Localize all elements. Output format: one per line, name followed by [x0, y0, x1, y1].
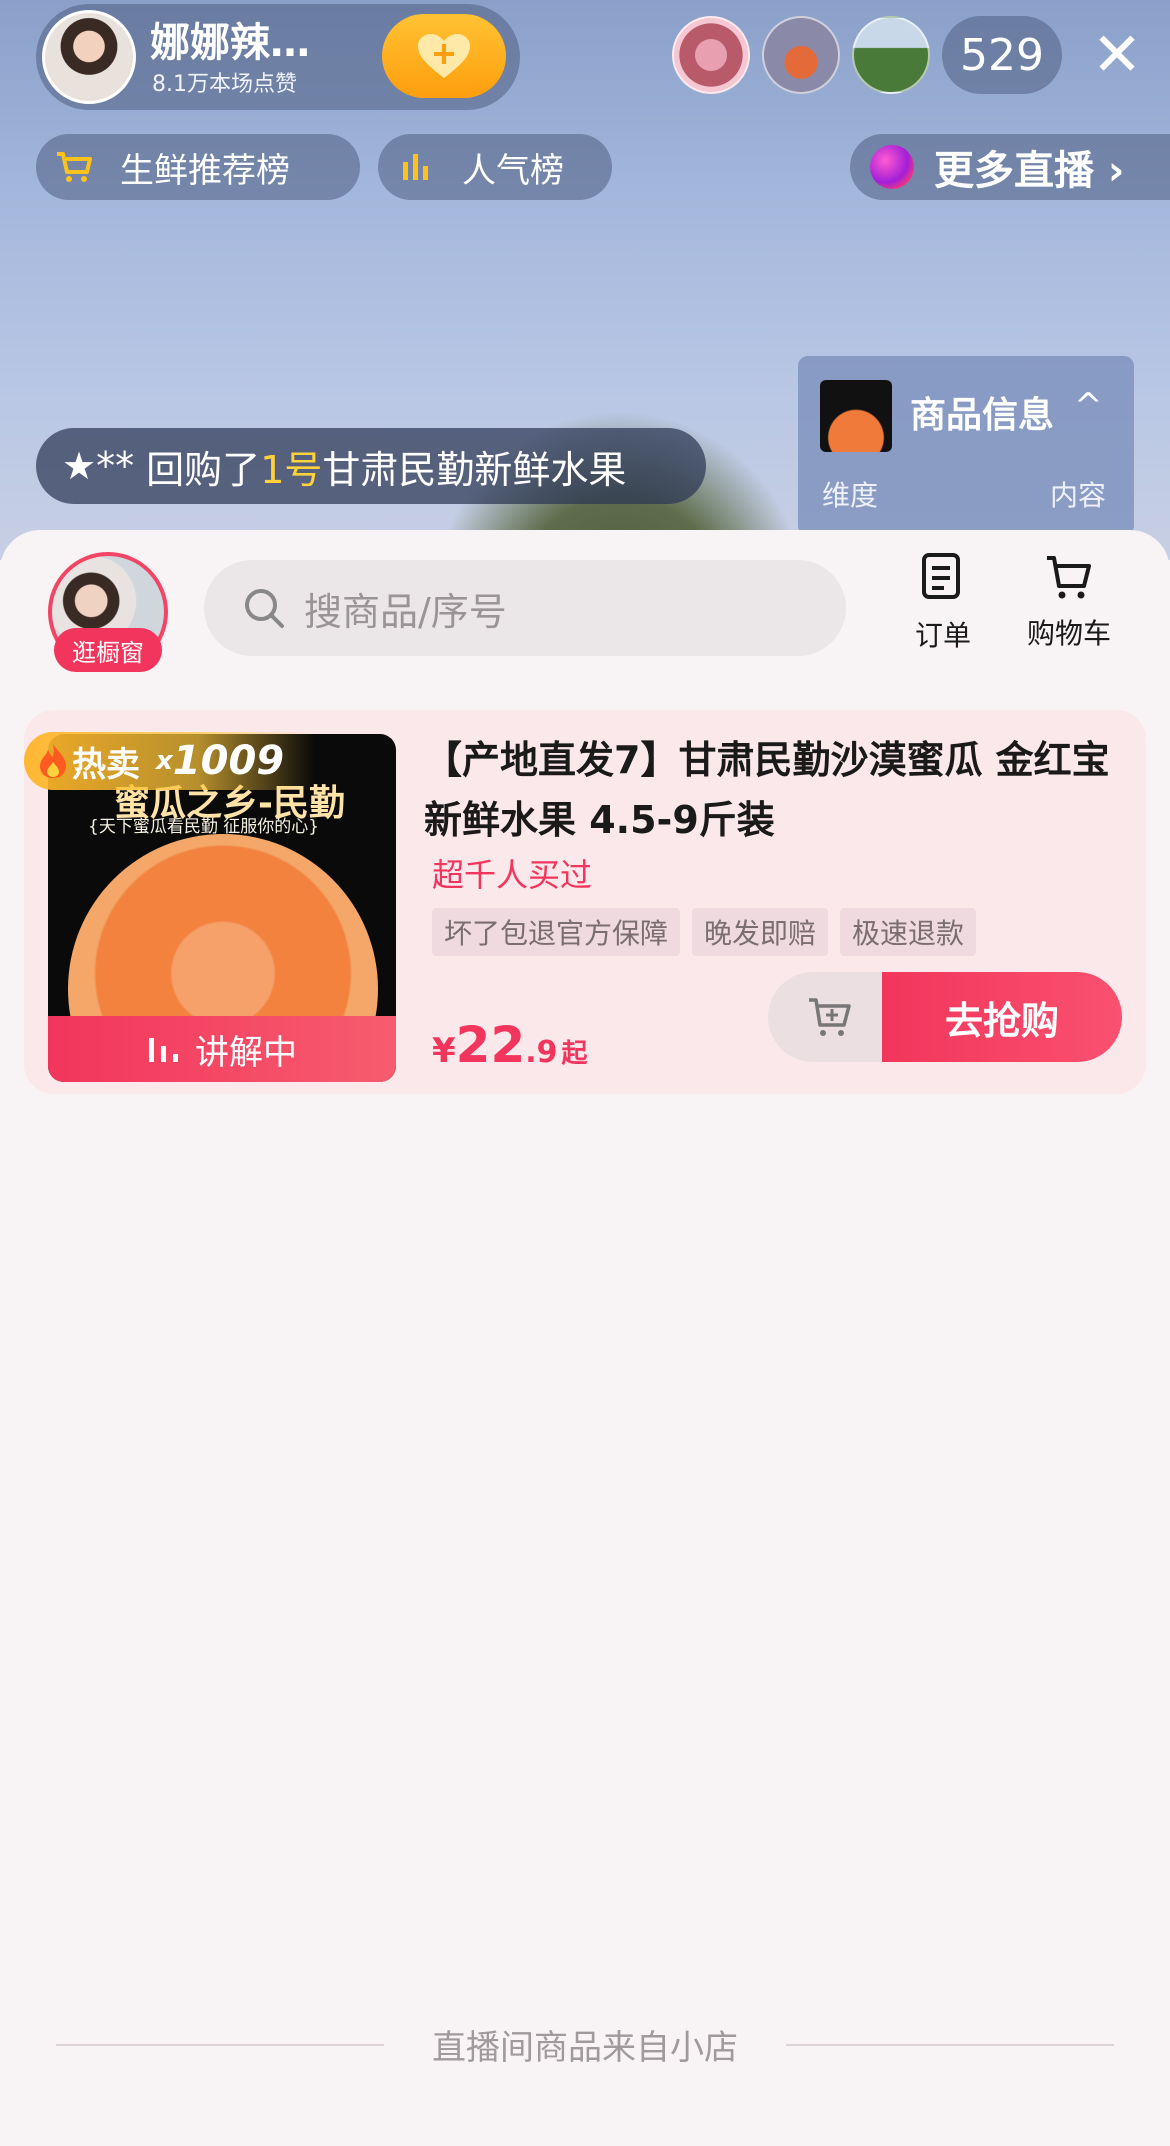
more-live-label: 更多直播 ›	[934, 148, 1125, 194]
host-avatar[interactable]	[42, 10, 136, 104]
price-currency: ¥	[432, 1031, 456, 1071]
search-placeholder: 搜商品/序号	[304, 589, 507, 634]
service-tag: 极速退款	[840, 908, 977, 956]
buy-now-button[interactable]: 去抢购	[882, 972, 1122, 1062]
viewer-avatar[interactable]	[762, 16, 840, 94]
product-sheet: 逛橱窗 搜商品/序号 订单 购物车 蜜瓜之乡-民勤 {天下蜜瓜看民勤 征服你的心…	[0, 530, 1170, 2146]
product-card[interactable]: 蜜瓜之乡-民勤 {天下蜜瓜看民勤 征服你的心} 讲解中 热卖 x 1009 【产…	[24, 710, 1146, 1094]
content-label: 内容	[1050, 479, 1107, 512]
shopping-cart-icon	[1047, 556, 1091, 599]
product-image-subtitle: {天下蜜瓜看民勤 征服你的心}	[88, 817, 320, 837]
bar-chart-icon	[396, 152, 436, 182]
heart-plus-icon	[418, 34, 470, 78]
service-tag: 坏了包退官方保障	[432, 908, 681, 956]
shop-window-badge[interactable]: 逛橱窗	[54, 628, 162, 672]
live-background: 娜娜辣… 8.1万本场点赞 529 ✕ 生鲜推荐榜 人气榜 更多直播 › ★**…	[0, 0, 1170, 560]
sold-count: 超千人买过	[432, 856, 593, 894]
audio-bars-icon	[149, 1038, 178, 1062]
footer-note: 直播间商品来自小店	[432, 2028, 738, 2068]
footer-divider	[786, 2044, 1114, 2046]
orders-label: 订单	[914, 619, 971, 652]
explaining-badge[interactable]: 讲解中	[48, 1016, 396, 1082]
viewer-avatar[interactable]	[852, 16, 930, 94]
cart-button[interactable]: 购物车	[1014, 552, 1124, 662]
hot-sale-label: 热卖	[72, 744, 140, 785]
order-list-icon	[922, 553, 960, 599]
viewer-avatar[interactable]	[672, 16, 750, 94]
fire-icon	[38, 742, 68, 780]
host-name[interactable]: 娜娜辣…	[150, 10, 310, 68]
add-cart-icon	[809, 998, 851, 1036]
repurchase-user: ★**	[62, 444, 135, 488]
cart-label: 购物车	[1026, 617, 1111, 650]
repurchase-item: 甘肃民勤新鲜水果	[322, 447, 627, 492]
search-icon	[242, 586, 286, 630]
chevron-up-icon[interactable]: ^	[1074, 386, 1103, 426]
product-search-input[interactable]: 搜商品/序号	[204, 560, 846, 656]
service-tag: 晚发即赔	[692, 908, 829, 956]
footer-divider	[56, 2044, 384, 2046]
fresh-rank-chip[interactable]: 生鲜推荐榜	[36, 134, 360, 200]
follow-button[interactable]	[382, 14, 506, 98]
dimension-label: 维度	[822, 479, 879, 512]
orders-button[interactable]: 订单	[888, 552, 998, 662]
product-thumbnail	[820, 380, 892, 452]
product-info-title: 商品信息	[910, 395, 1055, 436]
product-price: ¥ 22 .9 起	[432, 1016, 588, 1074]
explaining-label: 讲解中	[195, 1032, 297, 1073]
live-orb-icon	[870, 145, 914, 189]
popular-rank-chip[interactable]: 人气榜	[378, 134, 612, 200]
popular-rank-label: 人气榜	[462, 150, 564, 191]
viewer-count[interactable]: 529	[942, 16, 1062, 94]
service-tags: 坏了包退官方保障 晚发即赔 极速退款	[432, 908, 977, 956]
hot-sale-prefix: x	[156, 746, 173, 776]
host-likes: 8.1万本场点赞	[152, 72, 297, 97]
price-suffix: 起	[561, 1039, 588, 1069]
product-info-card[interactable]: 商品信息 ^ 维度 内容	[798, 356, 1134, 536]
cart-icon	[54, 150, 94, 184]
close-button[interactable]: ✕	[1088, 20, 1146, 90]
more-live-button[interactable]: 更多直播 ›	[850, 134, 1170, 200]
repurchase-banner: ★** 回购了 1号 甘肃民勤新鲜水果	[36, 428, 706, 504]
product-title[interactable]: 【产地直发7】甘肃民勤沙漠蜜瓜 金红宝 新鲜水果 4.5-9斤装	[424, 730, 1124, 850]
price-decimal: .9	[525, 1035, 558, 1070]
hot-sale-count: 1009	[172, 738, 285, 784]
fresh-rank-label: 生鲜推荐榜	[120, 150, 290, 191]
repurchase-action: 回购了	[146, 447, 261, 492]
price-integer: 22	[455, 1016, 526, 1074]
repurchase-item-no: 1号	[260, 447, 323, 492]
hot-sale-badge: 热卖 x 1009	[24, 732, 314, 790]
